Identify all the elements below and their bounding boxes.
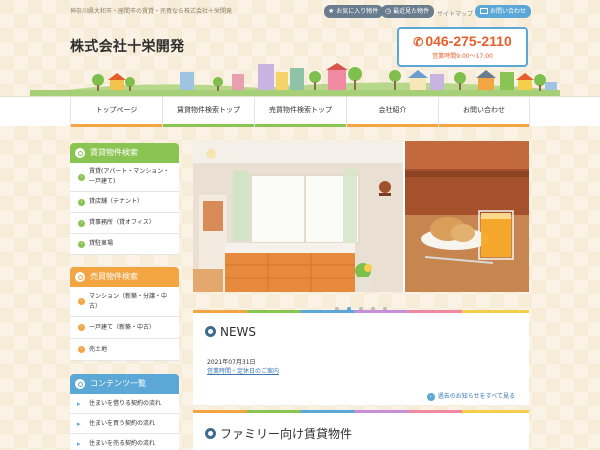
sale-search-title: 売買物件検索	[90, 272, 138, 281]
nav-contact[interactable]: お問い合わせ	[438, 97, 530, 127]
list-icon	[75, 379, 85, 389]
sidebar-item-sale-land[interactable]: › 売土地	[70, 339, 179, 361]
nav-top-page[interactable]: トップページ	[70, 97, 162, 127]
sidebar-item-rental-residential[interactable]: › 賃貸(アパート・マンション・一戸建て)	[70, 163, 179, 192]
nav-sale-search[interactable]: 売買物件検索トップ	[254, 97, 346, 127]
sidebar-item-label: 貸事務所（貸オフィス）	[89, 219, 155, 226]
hero-slider[interactable]	[193, 141, 529, 292]
sidebar-item-rental-office[interactable]: › 貸事務所（貸オフィス）	[70, 213, 179, 234]
chevron-right-icon: ›	[426, 393, 435, 401]
sidebar-item-sell-flow[interactable]: ▸ 住まいを売る契約の流れ	[70, 434, 179, 450]
favorites-label: お気に入り物件	[336, 8, 379, 15]
nav-label: お問い合わせ	[463, 106, 505, 114]
sale-search-list: › マンション（新築・分譲・中古） › 一戸建て（新築・中古） › 売土地	[70, 287, 179, 361]
family-rental-heading: ファミリー向け賃貸物件	[205, 425, 352, 442]
rainbow-divider	[193, 410, 529, 413]
chevron-right-icon: ›	[78, 219, 85, 227]
arrow-right-icon: ▸	[77, 399, 81, 408]
sidebar-item-label: 住まいを売る契約の流れ	[89, 439, 156, 447]
sidebar-item-buy-flow[interactable]: ▸ 住まいを買う契約の流れ	[70, 414, 179, 434]
rental-search-list: › 賃貸(アパート・マンション・一戸建て) › 貸店舗（テナント） › 貸事務所（貸オ…	[70, 163, 179, 255]
sidebar-item-label: 賃貸(アパート・マンション・一戸建て)	[89, 168, 170, 185]
nav-rental-search[interactable]: 賃貸物件検索トップ	[162, 97, 254, 127]
nav-accent-bar	[347, 124, 438, 127]
nav-label: 会社紹介	[378, 106, 407, 114]
sidebar-item-label: マンション（新築・分譲・中古）	[89, 292, 168, 310]
business-hours: 営業時間9:00～17:00	[432, 53, 493, 60]
news-panel: NEWS 2021年07月31日 営業時間・定休日のご案内 › 過去のお知らせをす…	[193, 310, 529, 405]
contents-title: コンテンツ一覧	[90, 379, 146, 388]
chevron-right-icon: ›	[78, 346, 85, 353]
contact-top-button[interactable]: お問い合わせ	[475, 5, 532, 18]
nav-accent-bar	[255, 124, 346, 127]
news-link[interactable]: 営業時間・定休日のご案内	[207, 366, 279, 375]
sale-search-heading: 売買物件検索	[70, 267, 179, 287]
contents-list: ▸ 住まいを借りる契約の流れ ▸ 住まいを買う契約の流れ ▸ 住まいを売る契約の流れ	[70, 394, 179, 450]
favorites-button[interactable]: ★ お気に入り物件	[324, 5, 384, 18]
chevron-right-icon: ›	[78, 198, 85, 206]
sidebar-item-label: 一戸建て（新築・中古）	[89, 323, 156, 331]
sidebar-item-rent-flow[interactable]: ▸ 住まいを借りる契約の流れ	[70, 394, 179, 414]
sitemap-link[interactable]: サイトマップ	[437, 9, 473, 18]
phone-text: 046-275-2110	[425, 33, 512, 49]
nav-accent-bar	[71, 124, 162, 127]
history-icon: ◷	[385, 7, 392, 15]
site-tagline: 神奈川県大和市・座間市の賃貸・売買なら株式会社十栄開発	[70, 8, 233, 15]
nav-accent-bar	[439, 124, 529, 127]
town-illustration	[30, 63, 560, 96]
chevron-right-icon: ›	[78, 298, 85, 305]
news-date: 2021年07月31日	[207, 359, 256, 366]
recent-label: 最近見た物件	[393, 8, 430, 15]
circle-icon	[205, 428, 216, 439]
top-bar: 神奈川県大和市・座間市の賃貸・売買なら株式会社十栄開発 ★ お気に入り物件 ◷ 最近…	[0, 0, 600, 22]
contents-heading: コンテンツ一覧	[70, 374, 179, 394]
nav-label: 賃貸物件検索トップ	[177, 106, 240, 114]
arrow-right-icon: ▸	[77, 419, 81, 428]
nav-company[interactable]: 会社紹介	[346, 97, 438, 127]
news-title: NEWS	[220, 325, 257, 339]
sidebar-item-label: 貸駐車場	[89, 240, 114, 247]
search-icon	[75, 148, 85, 158]
family-rental-title: ファミリー向け賃貸物件	[220, 427, 353, 441]
nav-accent-bar	[163, 124, 254, 127]
phone-number: ✆ 046-275-2110	[399, 33, 526, 49]
contact-top-label: お問い合わせ	[490, 8, 527, 15]
sidebar-item-label: 住まいを借りる契約の流れ	[89, 399, 162, 407]
sidebar-item-rental-parking[interactable]: › 貸駐車場	[70, 234, 179, 255]
rental-search-heading: 賃貸物件検索	[70, 143, 179, 163]
nav-label: 売買物件検索トップ	[269, 106, 332, 114]
chevron-right-icon: ›	[78, 240, 85, 248]
sidebar-item-rental-store[interactable]: › 貸店舗（テナント）	[70, 192, 179, 213]
sidebar-item-label: 売土地	[89, 345, 108, 353]
sidebar-item-label: 住まいを買う契約の流れ	[89, 419, 156, 427]
search-icon	[75, 272, 85, 282]
sidebar-item-sale-mansion[interactable]: › マンション（新築・分譲・中古）	[70, 287, 179, 317]
news-heading: NEWS	[205, 325, 256, 339]
family-rental-panel: ファミリー向け賃貸物件	[193, 410, 529, 450]
circle-icon	[205, 326, 216, 337]
chevron-right-icon: ›	[78, 324, 85, 331]
news-more-label: 過去のお知らせをすべて見る	[437, 393, 515, 400]
company-logo[interactable]: 株式会社十栄開発	[70, 36, 184, 56]
nav-label: トップページ	[95, 106, 138, 114]
rainbow-divider	[193, 310, 529, 313]
chevron-right-icon: ›	[78, 173, 85, 181]
recent-button[interactable]: ◷ 最近見た物件	[381, 5, 435, 18]
sidebar-item-label: 貸店舗（テナント）	[89, 198, 144, 205]
news-more-link[interactable]: › 過去のお知らせをすべて見る	[426, 391, 515, 401]
phone-icon: ✆	[413, 35, 424, 49]
mail-icon	[480, 8, 488, 14]
global-nav: トップページ 賃貸物件検索トップ 売買物件検索トップ 会社紹介 お問い合わせ	[0, 96, 600, 127]
sidebar-item-sale-house[interactable]: › 一戸建て（新築・中古）	[70, 317, 179, 339]
arrow-right-icon: ▸	[77, 439, 81, 448]
star-icon: ★	[328, 7, 335, 15]
rental-search-title: 賃貸物件検索	[90, 148, 138, 157]
